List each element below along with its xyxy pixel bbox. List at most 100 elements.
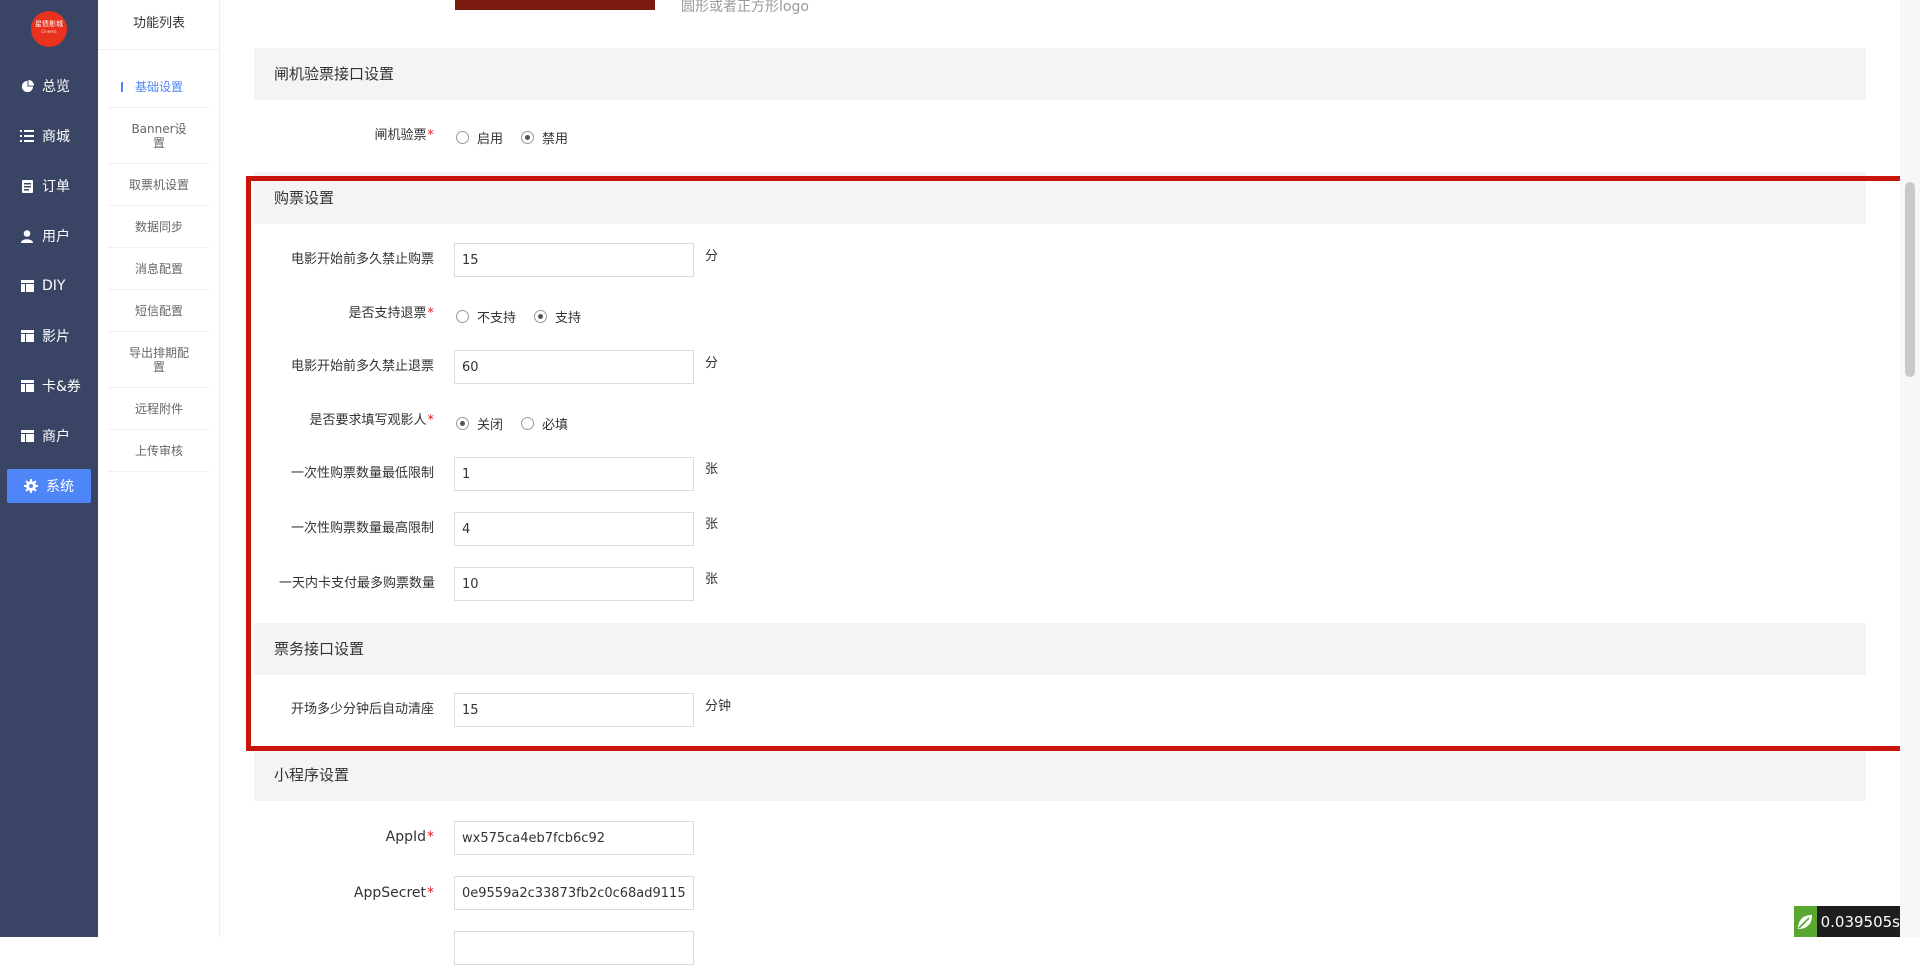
list-icon [20, 129, 34, 143]
stop-buy-input[interactable] [454, 243, 694, 277]
submenu-item-basic-settings[interactable]: 基础设置 [108, 66, 210, 108]
auto-clear-input[interactable] [454, 693, 694, 727]
timer-value: 0.039505s [1820, 912, 1900, 931]
appid-label-text: AppId [385, 829, 426, 845]
sidebar-item-orders[interactable]: 订单 [7, 169, 91, 203]
submenu-item-label: 上传审核 [134, 443, 183, 458]
refund-label-text: 是否支持退票 [348, 306, 427, 321]
viewer-label: 是否要求填写观影人* [309, 412, 434, 430]
debug-timer-badge: 0.039505s [1794, 906, 1900, 937]
gate-label-text: 闸机验票 [374, 128, 427, 143]
stop-buy-unit: 分 [705, 249, 719, 264]
appsecret-input[interactable] [454, 876, 694, 910]
sidebar-item-label: 用户 [42, 229, 70, 245]
gear-icon [24, 479, 38, 493]
refund-label: 是否支持退票* [348, 305, 434, 323]
gate-disable-radio[interactable]: 禁用 [521, 128, 568, 147]
appsecret-label-text: AppSecret [353, 885, 426, 901]
submenu-item-data-sync[interactable]: 数据同步 [108, 206, 210, 248]
max-qty-input[interactable] [454, 512, 694, 546]
submenu-title: 功能列表 [98, 0, 220, 50]
required-mark: * [427, 885, 434, 901]
sidebar-item-users[interactable]: 用户 [7, 219, 91, 253]
card-daily-unit: 张 [705, 572, 719, 587]
document-icon [20, 179, 34, 193]
required-mark: * [427, 829, 434, 845]
sidebar-item-label: 卡&券 [42, 379, 81, 395]
brand-sub: Cinema [41, 29, 57, 34]
sidebar-item-label: 订单 [42, 179, 70, 195]
layout-icon [20, 329, 34, 343]
gate-enable-radio[interactable]: 启用 [456, 128, 503, 147]
submenu-item-label: Banner设置 [131, 121, 187, 150]
logo-hint: 圆形或者正方形logo [681, 0, 809, 15]
gate-label: 闸机验票* [374, 127, 434, 145]
section-miniprogram-title: 小程序设置 [254, 749, 1866, 801]
brand-name: 星债影城 [35, 20, 63, 28]
brand-logo[interactable]: 星债影城 Cinema [31, 11, 67, 47]
submenu-item-sms-config[interactable]: 短信配置 [108, 290, 210, 332]
appid-label: AppId* [386, 828, 434, 846]
submenu-item-label: 消息配置 [134, 261, 183, 276]
refund-no-label: 不支持 [477, 310, 517, 326]
submenu-item-message-config[interactable]: 消息配置 [108, 248, 210, 290]
stop-refund-input[interactable] [454, 350, 694, 384]
section-ticket-title: 购票设置 [254, 172, 1866, 224]
submenu-item-ticket-machine[interactable]: 取票机设置 [108, 164, 210, 206]
layout-icon [20, 379, 34, 393]
refund-yes-radio[interactable]: 支持 [534, 307, 581, 326]
sidebar-item-system[interactable]: 系统 [7, 469, 91, 503]
sidebar-item-label: 商城 [42, 129, 70, 145]
max-qty-unit: 张 [705, 517, 719, 532]
sidebar-item-merchants[interactable]: 商户 [7, 419, 91, 453]
sidebar-item-overview[interactable]: 总览 [7, 69, 91, 103]
next-field-input[interactable] [454, 931, 694, 965]
sidebar-item-cards[interactable]: 卡&券 [7, 369, 91, 403]
sidebar-item-label: 系统 [46, 479, 74, 495]
refund-yes-label: 支持 [555, 310, 582, 326]
viewer-radio-group: 关闭 必填 [456, 414, 586, 433]
required-mark: * [427, 128, 435, 143]
section-gate-title: 闸机验票接口设置 [254, 48, 1866, 100]
submenu-item-label: 取票机设置 [129, 177, 190, 192]
submenu-item-upload-review[interactable]: 上传审核 [108, 430, 210, 472]
function-list-menu: 功能列表 基础设置 Banner设置 取票机设置 数据同步 消息配置 短信配置 … [98, 0, 220, 937]
section-ticket-api-title: 票务接口设置 [254, 623, 1866, 675]
refund-no-radio[interactable]: 不支持 [456, 307, 516, 326]
appid-input[interactable] [454, 821, 694, 855]
radio-dot-checked [456, 416, 469, 430]
sidebar-item-diy[interactable]: DIY [7, 269, 91, 303]
submenu-item-banner-settings[interactable]: Banner设置 [108, 108, 210, 164]
sidebar-item-mall[interactable]: 商城 [7, 119, 91, 153]
submenu-item-label: 短信配置 [134, 303, 183, 318]
leaf-icon [1794, 906, 1817, 937]
scrollbar-thumb[interactable] [1905, 182, 1915, 377]
page-scrollbar[interactable] [1900, 0, 1920, 937]
required-mark: * [427, 413, 435, 428]
viewer-required-label: 必填 [542, 417, 569, 433]
viewer-required-radio[interactable]: 必填 [521, 414, 568, 433]
submenu-item-label: 数据同步 [134, 219, 183, 234]
auto-clear-label: 开场多少分钟后自动清座 [290, 702, 434, 717]
stop-buy-label: 电影开始前多久禁止购票 [290, 252, 434, 267]
card-daily-input[interactable] [454, 567, 694, 601]
max-qty-label: 一次性购票数量最高限制 [290, 521, 434, 536]
submenu-item-label: 导出排期配置 [129, 345, 190, 374]
gate-radio-group: 启用 禁用 [456, 128, 586, 147]
sidebar-item-label: 总览 [42, 79, 70, 95]
submenu-item-label: 远程附件 [134, 401, 183, 416]
viewer-off-radio[interactable]: 关闭 [456, 414, 503, 433]
logo-preview-image[interactable] [455, 0, 655, 10]
gate-disable-label: 禁用 [542, 131, 569, 147]
submenu-item-remote-attachment[interactable]: 远程附件 [108, 388, 210, 430]
viewer-label-text: 是否要求填写观影人 [309, 413, 427, 428]
user-icon [20, 229, 34, 243]
radio-dot [456, 130, 469, 144]
sidebar-item-films[interactable]: 影片 [7, 319, 91, 353]
card-daily-label: 一天内卡支付最多购票数量 [278, 576, 435, 591]
pie-chart-icon [20, 79, 34, 93]
layout-icon [20, 429, 34, 443]
submenu-item-export-schedule[interactable]: 导出排期配置 [108, 332, 210, 388]
min-qty-input[interactable] [454, 457, 694, 491]
radio-dot [456, 309, 469, 323]
